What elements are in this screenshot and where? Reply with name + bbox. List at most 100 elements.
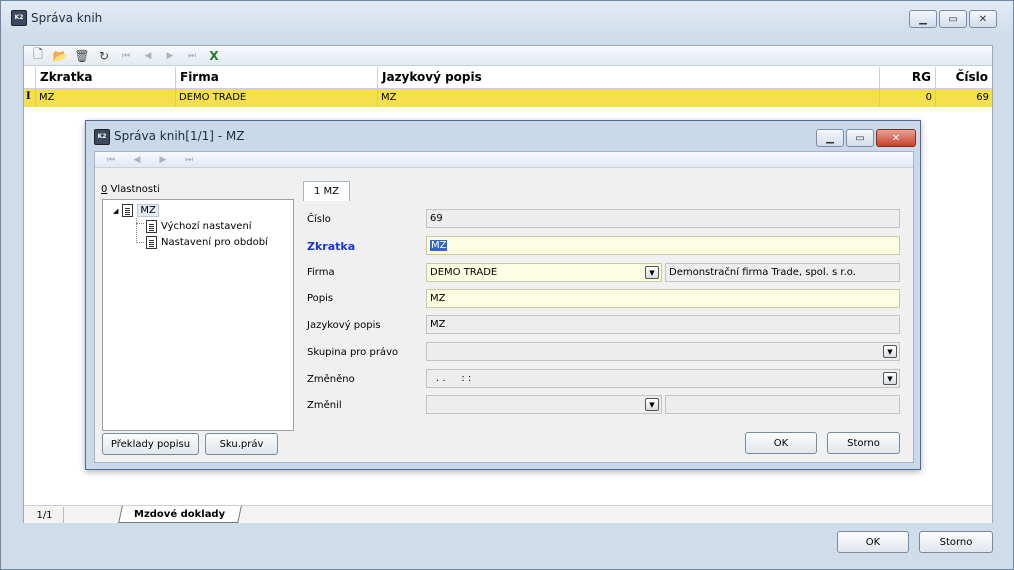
first-record-icon[interactable]: ⏮ [118, 48, 134, 64]
minimize-icon: ▁ [919, 13, 927, 25]
cislo-field: 69 [426, 209, 900, 228]
new-document-icon[interactable]: 🗋 [30, 47, 46, 64]
cell-firma: DEMO TRADE [176, 89, 378, 107]
zmenil-select[interactable]: ▼ [426, 395, 662, 414]
chevron-down-icon[interactable]: ▼ [645, 266, 659, 279]
dialog-ok-button[interactable]: OK [745, 432, 817, 454]
zmeneno-field[interactable]: . . : : ▼ [426, 369, 900, 388]
chevron-down-icon[interactable]: ▼ [883, 345, 897, 358]
status-bar: 1/1 Mzdové doklady [24, 505, 992, 523]
detail-dialog: K2 Správa knih[1/1] - MZ ▁ ▭ ✕ ⏮ ◀ ▶ ⏭ 0… [85, 120, 921, 470]
storno-button[interactable]: Storno [919, 531, 993, 553]
main-title-bar[interactable]: K2 Správa knih ▁ ▭ ✕ [1, 1, 1013, 37]
document-icon [146, 220, 157, 233]
last-record-icon[interactable]: ⏭ [183, 154, 195, 166]
close-icon: ✕ [891, 132, 901, 144]
skupina-pro-pravo-label: Skupina pro právo [307, 347, 399, 358]
tree-item-root-label: MZ [137, 204, 159, 217]
cell-rg: 0 [880, 89, 936, 107]
tab-mzdove-doklady[interactable]: Mzdové doklady [118, 506, 242, 523]
open-folder-icon[interactable]: 📂 [52, 48, 68, 64]
cell-jazykovy-popis: MZ [378, 89, 880, 107]
excel-export-icon[interactable]: X [206, 48, 222, 64]
cell-zkratka: MZ [36, 89, 176, 107]
zkratka-value: MZ [430, 240, 448, 251]
row-indicator: I [24, 89, 36, 107]
ok-button[interactable]: OK [837, 531, 909, 553]
sku-prav-button[interactable]: Sku.práv [205, 433, 278, 455]
tree-connector [136, 223, 144, 224]
zmenil-label: Změnil [307, 400, 342, 411]
properties-label-text: Vlastnosti [110, 184, 160, 195]
tree-item-label: Nastavení pro období [161, 237, 268, 248]
chevron-down-icon[interactable]: ▼ [645, 398, 659, 411]
properties-accel: 0 [101, 184, 108, 195]
document-icon [122, 204, 134, 217]
tree-item-nastaveni-pro-obdobi[interactable]: Nastavení pro období [146, 236, 268, 249]
preklady-popisu-button[interactable]: Překlady popisu [102, 433, 199, 455]
dialog-window-controls: ▁ ▭ ✕ [816, 129, 916, 147]
close-button[interactable]: ✕ [969, 10, 997, 28]
grid-header-firma[interactable]: Firma [176, 67, 378, 88]
previous-record-icon[interactable]: ◀ [140, 48, 156, 64]
tab-1-mz[interactable]: 1 MZ [303, 181, 350, 201]
chevron-down-icon[interactable]: ▼ [883, 372, 897, 385]
dialog-title: Správa knih[1/1] - MZ [114, 129, 245, 143]
table-row[interactable]: I MZ DEMO TRADE MZ 0 69 [24, 89, 992, 107]
previous-record-icon[interactable]: ◀ [131, 154, 143, 166]
firma-label: Firma [307, 267, 335, 278]
properties-tree: ◢ MZ Výchozí nastavení Nastavení pro obd… [102, 199, 294, 431]
form-panel: Číslo 69 Zkratka MZ Firma DEMO TRADE ▼ D… [301, 201, 913, 433]
cell-cislo: 69 [976, 92, 989, 103]
firma-description: Demonstrační firma Trade, spol. s r.o. [665, 263, 900, 282]
cislo-label: Číslo [307, 214, 331, 225]
tree-item-vychozi-nastaveni[interactable]: Výchozí nastavení [146, 220, 252, 233]
dialog-app-icon: K2 [94, 129, 110, 145]
window-controls: ▁ ▭ ✕ [909, 10, 997, 28]
grid-header-rg[interactable]: RG [880, 67, 936, 88]
dialog-storno-button[interactable]: Storno [827, 432, 900, 454]
tree-item-label: Výchozí nastavení [161, 221, 252, 232]
dialog-close-button[interactable]: ✕ [876, 129, 916, 147]
tree-connector [136, 242, 144, 243]
grid-header-cislo[interactable]: Číslo [936, 67, 992, 88]
next-record-icon[interactable]: ▶ [162, 48, 178, 64]
zmeneno-label: Změněno [307, 374, 355, 385]
expand-icon[interactable]: ◢ [113, 207, 118, 215]
popis-label: Popis [307, 293, 334, 304]
zkratka-label: Zkratka [307, 240, 356, 253]
minimize-icon: ▁ [826, 132, 834, 144]
dialog-client-area: ⏮ ◀ ▶ ⏭ 0 Vlastnosti ◢ MZ Výchozí nastav… [94, 151, 914, 463]
skupina-pro-pravo-select[interactable]: ▼ [426, 342, 900, 361]
firma-select[interactable]: DEMO TRADE ▼ [426, 263, 662, 282]
dialog-nav-toolbar: ⏮ ◀ ▶ ⏭ [95, 152, 913, 168]
maximize-icon: ▭ [948, 13, 958, 25]
last-record-icon[interactable]: ⏭ [184, 48, 200, 64]
grid-header-zkratka[interactable]: Zkratka [36, 67, 176, 88]
delete-icon[interactable]: 🗑 [74, 48, 90, 64]
document-stack-icon [146, 236, 157, 249]
jazykovy-popis-label: Jazykový popis [307, 320, 381, 331]
zmenil-description [665, 395, 900, 414]
next-record-icon[interactable]: ▶ [157, 154, 169, 166]
jazykovy-popis-field: MZ [426, 315, 900, 334]
main-toolbar: 🗋 📂 🗑 ↻ ⏮ ◀ ▶ ⏭ X [24, 46, 992, 66]
grid-header-indicator [24, 67, 36, 88]
maximize-icon: ▭ [855, 132, 865, 144]
zkratka-field[interactable]: MZ [426, 236, 900, 255]
tab-mzdove-doklady-label: Mzdové doklady [134, 508, 226, 520]
window-title: Správa knih [31, 11, 103, 25]
record-pager: 1/1 [26, 507, 64, 523]
tree-connector [136, 218, 137, 243]
maximize-button[interactable]: ▭ [939, 10, 967, 28]
tree-item-root[interactable]: ◢ MZ [113, 204, 159, 217]
minimize-button[interactable]: ▁ [909, 10, 937, 28]
popis-field[interactable]: MZ [426, 289, 900, 308]
dialog-minimize-button[interactable]: ▁ [816, 129, 844, 147]
firma-value: DEMO TRADE [430, 267, 498, 278]
zmeneno-value: . . : : [436, 373, 472, 384]
grid-header-jazykovy-popis[interactable]: Jazykový popis [378, 67, 880, 88]
refresh-icon[interactable]: ↻ [96, 48, 112, 64]
dialog-maximize-button[interactable]: ▭ [846, 129, 874, 147]
first-record-icon[interactable]: ⏮ [105, 154, 117, 166]
